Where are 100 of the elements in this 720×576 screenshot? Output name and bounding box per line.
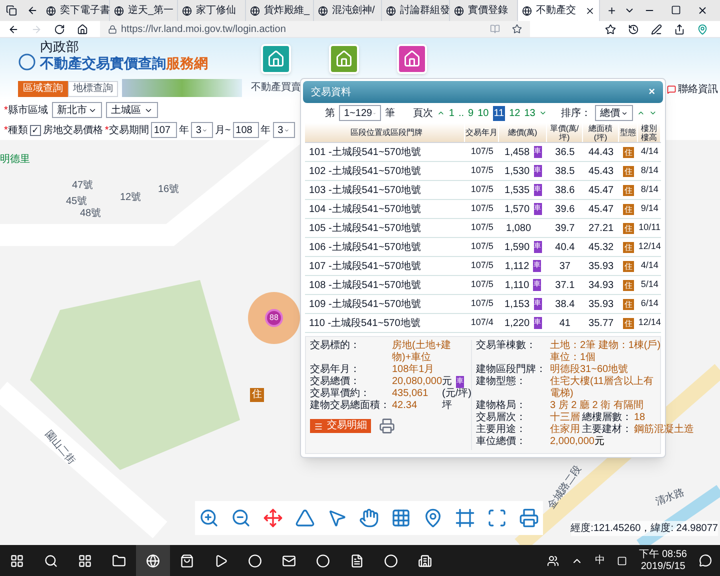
folder-icon[interactable]: [112, 554, 126, 568]
triangle-icon[interactable]: [295, 508, 315, 528]
unit-price-cell-text: 39.7: [554, 222, 576, 236]
pin-icon[interactable]: [697, 24, 708, 34]
unit-label: 坪: [442, 400, 452, 412]
app-icon[interactable]: [418, 554, 432, 568]
close-icon[interactable]: [697, 5, 708, 16]
favorite-icon[interactable]: [512, 24, 522, 34]
address-cell-text: 102 -土城段541~570地號: [308, 164, 422, 178]
print-icon[interactable]: [379, 418, 395, 434]
page-icon: [250, 6, 260, 16]
move-icon[interactable]: [263, 508, 283, 528]
pointer-icon[interactable]: [327, 508, 347, 528]
share-icon[interactable]: [674, 24, 685, 34]
map-label: 園山二街: [42, 428, 78, 468]
ime-indicator[interactable]: 中: [595, 553, 606, 568]
scan-icon[interactable]: [487, 508, 507, 528]
floor-cell-text: 5/14: [640, 278, 660, 292]
district-select[interactable]: 土城區: [106, 102, 158, 118]
area-cell-text: 45.47: [588, 184, 615, 198]
detail-value: 18: [634, 412, 646, 424]
frame-icon[interactable]: [455, 508, 475, 528]
detail-label: 主要用途：: [476, 424, 527, 436]
cluster-marker[interactable]: 88: [248, 292, 300, 344]
city-select[interactable]: 新北市: [52, 102, 102, 118]
record-range-select[interactable]: 1~129: [339, 105, 381, 121]
area-cell-text: 45.32: [588, 240, 615, 254]
detail-label: 建物交易總面積：: [310, 400, 391, 412]
category-button[interactable]: [329, 44, 359, 74]
hand-icon[interactable]: [359, 508, 379, 528]
media-icon[interactable]: [214, 554, 228, 568]
date-cell-text: 107/5: [470, 278, 494, 292]
store-icon[interactable]: [180, 554, 194, 568]
close-icon[interactable]: [585, 6, 595, 16]
detail-value: 108年1月: [392, 364, 436, 376]
unit-price-cell-text: 41: [558, 316, 572, 330]
back-icon[interactable]: [8, 24, 19, 34]
sort-select[interactable]: 總價: [595, 105, 634, 121]
unit-price-cell-text: 39.6: [554, 202, 576, 216]
detail-label: 交易筆棟數：: [476, 340, 537, 352]
people-icon[interactable]: [547, 554, 560, 566]
page-icon: [46, 6, 56, 16]
new-tab-button[interactable]: +: [600, 0, 624, 20]
page-link[interactable]: 9: [468, 106, 474, 120]
maximize-icon[interactable]: [671, 5, 681, 15]
residence-marker[interactable]: 住: [250, 388, 264, 402]
browser-icon[interactable]: [146, 554, 160, 568]
price-cell-text: 1,110: [504, 278, 530, 292]
tabs-icon[interactable]: [6, 5, 17, 16]
record-suffix: 筆: [385, 106, 395, 120]
date-cell-text: 107/5: [470, 164, 494, 178]
task-view-icon[interactable]: [78, 554, 92, 568]
house-icon: [335, 50, 353, 68]
category-button[interactable]: [261, 44, 291, 74]
month-select[interactable]: 3: [272, 122, 295, 138]
unit-price-cell-text: 37: [558, 260, 572, 274]
detail-value: 房地(土地+建物)+車位: [392, 340, 452, 364]
notification-icon[interactable]: [699, 554, 712, 567]
address-field[interactable]: https://lvr.land.moi.gov.tw/login.action: [100, 21, 530, 37]
page-link[interactable]: 12: [509, 106, 520, 120]
coordinates-text: 經度:121.45260，緯度: 24.98077: [570, 521, 718, 536]
map-label: 12號: [120, 190, 142, 205]
tabs-aside-icon[interactable]: [27, 5, 38, 16]
zoom-out-icon[interactable]: [231, 508, 251, 528]
month-select[interactable]: 3: [190, 122, 213, 138]
start-icon[interactable]: [10, 554, 24, 568]
browser-tab[interactable]: 不動產交: [518, 0, 600, 21]
document-icon[interactable]: [350, 554, 364, 568]
app-icon[interactable]: [248, 554, 262, 568]
year-field[interactable]: 107: [150, 122, 177, 138]
year-field[interactable]: 108: [232, 122, 259, 138]
table-row[interactable]: 105 -土城段541~570地號 107/5 1,080 39.7 27.21 住 10/11: [305, 219, 661, 238]
page-link[interactable]: 1: [448, 106, 454, 120]
mail-icon[interactable]: [282, 554, 296, 568]
transaction-detail-button[interactable]: 交易明細: [310, 419, 371, 433]
history-icon[interactable]: [628, 24, 639, 34]
page-link[interactable]: ..: [458, 106, 464, 120]
category-button[interactable]: [397, 44, 427, 74]
pin-icon[interactable]: [423, 508, 443, 528]
grid-icon[interactable]: [391, 508, 411, 528]
address-cell-text: 104 -土城段541~570地號: [308, 202, 422, 216]
keyboard-icon[interactable]: [617, 556, 628, 566]
floor-cell-text: 10/11: [638, 221, 661, 234]
unit-label: 月~: [214, 124, 231, 138]
zoom-in-icon[interactable]: [199, 508, 219, 528]
column-header: 交易年月: [464, 123, 500, 142]
home-icon[interactable]: [77, 24, 88, 34]
refresh-icon[interactable]: [54, 24, 65, 34]
print-icon[interactable]: [519, 508, 539, 528]
page-link[interactable]: 10: [478, 106, 489, 120]
pen-icon[interactable]: [651, 24, 662, 34]
favorites-icon[interactable]: [605, 24, 616, 34]
page-link[interactable]: 11: [492, 106, 506, 120]
search-tab[interactable]: 地標查詢: [68, 81, 118, 97]
search-icon[interactable]: [44, 554, 58, 568]
contact-link[interactable]: 聯絡資訊: [678, 82, 718, 96]
checkbox[interactable]: ✓: [30, 124, 41, 136]
clock-date: 2019/5/15: [640, 560, 686, 572]
address-cell-text: 101 -土城段541~570地號: [308, 146, 422, 160]
page-link[interactable]: 13: [524, 106, 536, 120]
